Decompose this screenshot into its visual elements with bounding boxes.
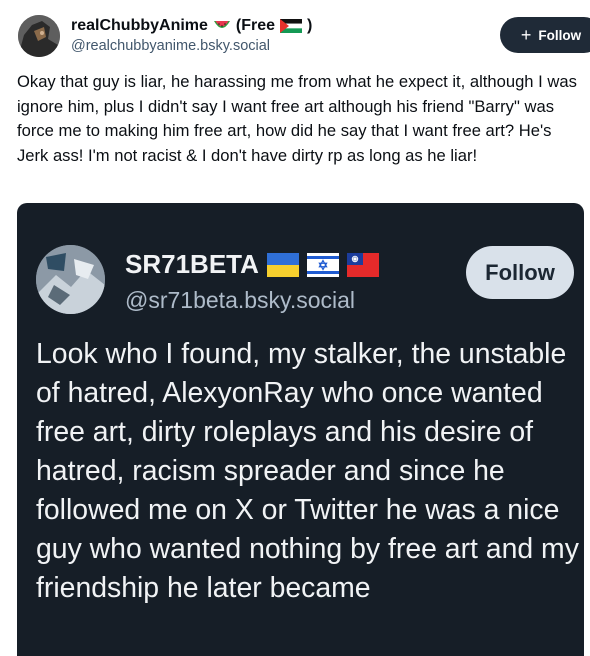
- embedded-image[interactable]: SR71BETA @sr71beta.bsky.social Follow Lo…: [17, 203, 584, 656]
- display-name-close: ): [307, 17, 313, 34]
- embed-follow-button: Follow: [466, 246, 574, 299]
- post-text: Okay that guy is liar, he harassing me f…: [17, 72, 577, 165]
- taiwan-flag-icon: [346, 252, 379, 277]
- embed-handle: @sr71beta.bsky.social: [125, 287, 356, 313]
- author-names: realChubbyAnime (Free ) @realchubbyanime…: [71, 17, 312, 54]
- author-handle[interactable]: @realchubbyanime.bsky.social: [71, 38, 312, 54]
- israel-flag-icon: [306, 252, 339, 277]
- watermelon-icon: [213, 21, 230, 28]
- embed-display-name-text: SR71BETA: [125, 249, 259, 279]
- palestine-flag-icon: [280, 19, 303, 33]
- plus-icon: +: [520, 25, 532, 45]
- follow-button[interactable]: + Follow: [500, 17, 590, 53]
- embed-display-name: SR71BETA: [125, 249, 379, 280]
- avatar[interactable]: [18, 15, 60, 57]
- follow-button-label: Follow: [538, 27, 582, 43]
- embed-follow-label: Follow: [485, 259, 555, 285]
- ukraine-flag-icon: [266, 252, 299, 277]
- embed-author-names: SR71BETA @sr71beta.bsky.social: [125, 249, 379, 314]
- embed-post-text: Look who I found, my stalker, the unstab…: [36, 338, 579, 604]
- display-name[interactable]: realChubbyAnime (Free ): [71, 17, 312, 35]
- display-name-text: realChubbyAnime: [71, 17, 208, 34]
- embed-avatar: [36, 245, 105, 314]
- display-name-suffix: (Free: [235, 17, 276, 34]
- post-header: realChubbyAnime (Free ) @realchubbyanime…: [18, 15, 590, 61]
